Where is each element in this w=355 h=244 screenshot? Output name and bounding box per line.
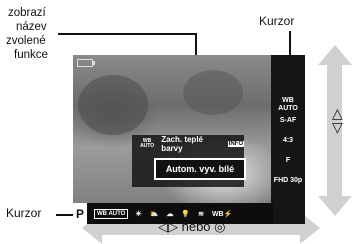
callout-line: zvolené (6, 35, 46, 47)
up-triangle-icon: △ (332, 105, 343, 121)
sidebar-af[interactable]: S-AF (273, 117, 303, 125)
wb-cloudy-icon[interactable]: ☁ (166, 210, 173, 218)
function-name-callout: zobrazí název zvolené funkce (0, 6, 48, 62)
settings-sidebar: WB AUTO S-AF 4:3 F FHD 30p (271, 55, 305, 224)
tree-shape (183, 70, 243, 115)
function-name-text: Zach. teplé barvy (161, 135, 203, 153)
wb-flash-icon[interactable]: WB⚡ (212, 210, 232, 218)
info-button-tag[interactable]: INFO (227, 141, 244, 147)
callout-line: funkce (14, 49, 48, 61)
up-arrow-icon (318, 45, 352, 65)
wb-sunny-icon[interactable]: ☀ (135, 210, 141, 218)
wb-tungsten-icon[interactable]: 💡 (181, 210, 190, 218)
down-arrow-icon (318, 196, 352, 216)
battery-icon (77, 59, 95, 67)
sidebar-quality[interactable]: F (273, 157, 303, 165)
wb-fluorescent-icon[interactable]: ≋ (198, 210, 204, 218)
sidebar-wb[interactable]: WB AUTO (273, 97, 303, 113)
camera-screen: WB AUTO S-AF 4:3 F FHD 30p WB AUTO Zach.… (73, 55, 305, 224)
cursor-callout-top: Kurzor (259, 14, 295, 28)
callout-line: zobrazí (8, 7, 46, 19)
callout-line: název (16, 21, 47, 33)
cursor-callout-bottom: Kurzor (6, 206, 42, 220)
wb-auto-icon: WB AUTO (140, 138, 155, 149)
live-control-strip: P WB AUTO ☀ ⛅ ☁ 💡 ≋ WB⚡ (73, 203, 273, 224)
function-name-bar: WB AUTO Zach. teplé barvy INFO (132, 135, 244, 153)
leader-line-left-h (58, 33, 196, 35)
selected-option[interactable]: Autom. vyv. bílé (154, 158, 246, 180)
updown-label: △ ▽ (332, 106, 343, 134)
sidebar-aspect[interactable]: 4:3 (273, 137, 303, 145)
sidebar-video[interactable]: FHD 30p (273, 177, 303, 185)
down-triangle-icon: ▽ (332, 119, 343, 135)
tree-shape (78, 75, 148, 135)
shooting-mode-p: P (73, 203, 87, 224)
wb-shade-icon[interactable]: ⛅ (150, 210, 159, 218)
wb-auto-option[interactable]: WB AUTO (93, 208, 129, 219)
